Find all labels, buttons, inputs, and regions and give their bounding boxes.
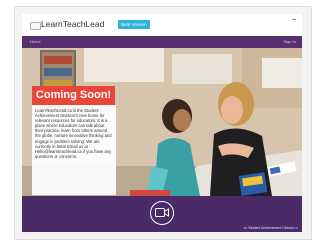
footer-logo-badge: ▪▪▪ Student Achievement Division ▪▪ <box>243 226 298 230</box>
video-bar: ▪▪▪ Student Achievement Division ▪▪ <box>22 196 302 232</box>
description-panel: LearnTeachLead.ca is the Student Achieve… <box>32 105 116 195</box>
top-right-link[interactable]: ▪▪ <box>292 17 296 23</box>
site-header: LearnTeachLead Beta Version ▪▪ <box>22 14 302 36</box>
description-text: LearnTeachLead.ca is the Student Achieve… <box>35 108 112 159</box>
nav-sign-in-link[interactable]: Sign In <box>284 39 296 44</box>
video-camera-icon <box>155 208 169 217</box>
main-navbar: Home Sign In <box>22 36 302 48</box>
site-logo[interactable]: LearnTeachLead <box>41 19 104 29</box>
app-screen: LearnTeachLead Beta Version ▪▪ Home Sign… <box>22 14 302 232</box>
beta-version-button[interactable]: Beta Version <box>118 20 150 29</box>
logo-icon <box>30 22 41 30</box>
play-video-button[interactable] <box>150 201 174 225</box>
nav-home-link[interactable]: Home <box>30 39 41 44</box>
coming-soon-banner: Coming Soon! <box>32 86 115 105</box>
